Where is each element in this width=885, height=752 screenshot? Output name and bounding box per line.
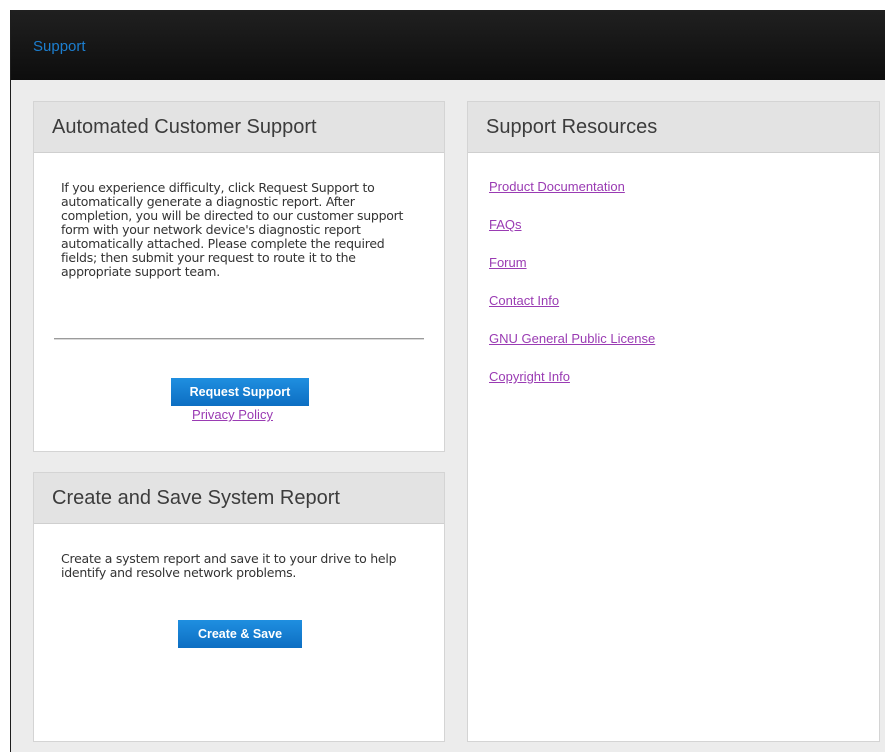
faqs-link[interactable]: FAQs [489,217,522,232]
automated-support-description: If you experience difficulty, click Requ… [61,180,404,279]
system-report-title: Create and Save System Report [52,487,340,509]
list-item: FAQs [489,214,655,252]
automated-support-header: Automated Customer Support [34,102,444,153]
list-item: Product Documentation [489,176,655,214]
contact-info-link[interactable]: Contact Info [489,293,559,308]
support-page: Support Automated Customer Support If yo… [10,10,885,752]
request-support-button[interactable]: Request Support [171,378,309,406]
support-resources-header: Support Resources [468,102,879,153]
forum-link[interactable]: Forum [489,255,527,270]
gnu-license-link[interactable]: GNU General Public License [489,331,655,346]
support-resources-panel: Support Resources Product Documentation … [467,101,880,742]
list-item: Forum [489,252,655,290]
system-report-header: Create and Save System Report [34,473,444,524]
automated-support-title: Automated Customer Support [52,116,317,138]
automated-support-panel: Automated Customer Support If you experi… [33,101,445,452]
support-resources-title: Support Resources [486,116,658,138]
copyright-info-link[interactable]: Copyright Info [489,369,570,384]
list-item: GNU General Public License [489,328,655,366]
create-save-button[interactable]: Create & Save [178,620,302,648]
privacy-policy-link[interactable]: Privacy Policy [34,407,431,422]
system-report-panel: Create and Save System Report Create a s… [33,472,445,742]
page-title: Support [33,38,86,55]
list-item: Contact Info [489,290,655,328]
system-report-description: Create a system report and save it to yo… [61,551,397,580]
divider [54,338,424,340]
resources-link-list: Product Documentation FAQs Forum Contact… [489,176,655,404]
top-bar: Support [11,10,885,80]
product-documentation-link[interactable]: Product Documentation [489,179,625,194]
list-item: Copyright Info [489,366,655,404]
